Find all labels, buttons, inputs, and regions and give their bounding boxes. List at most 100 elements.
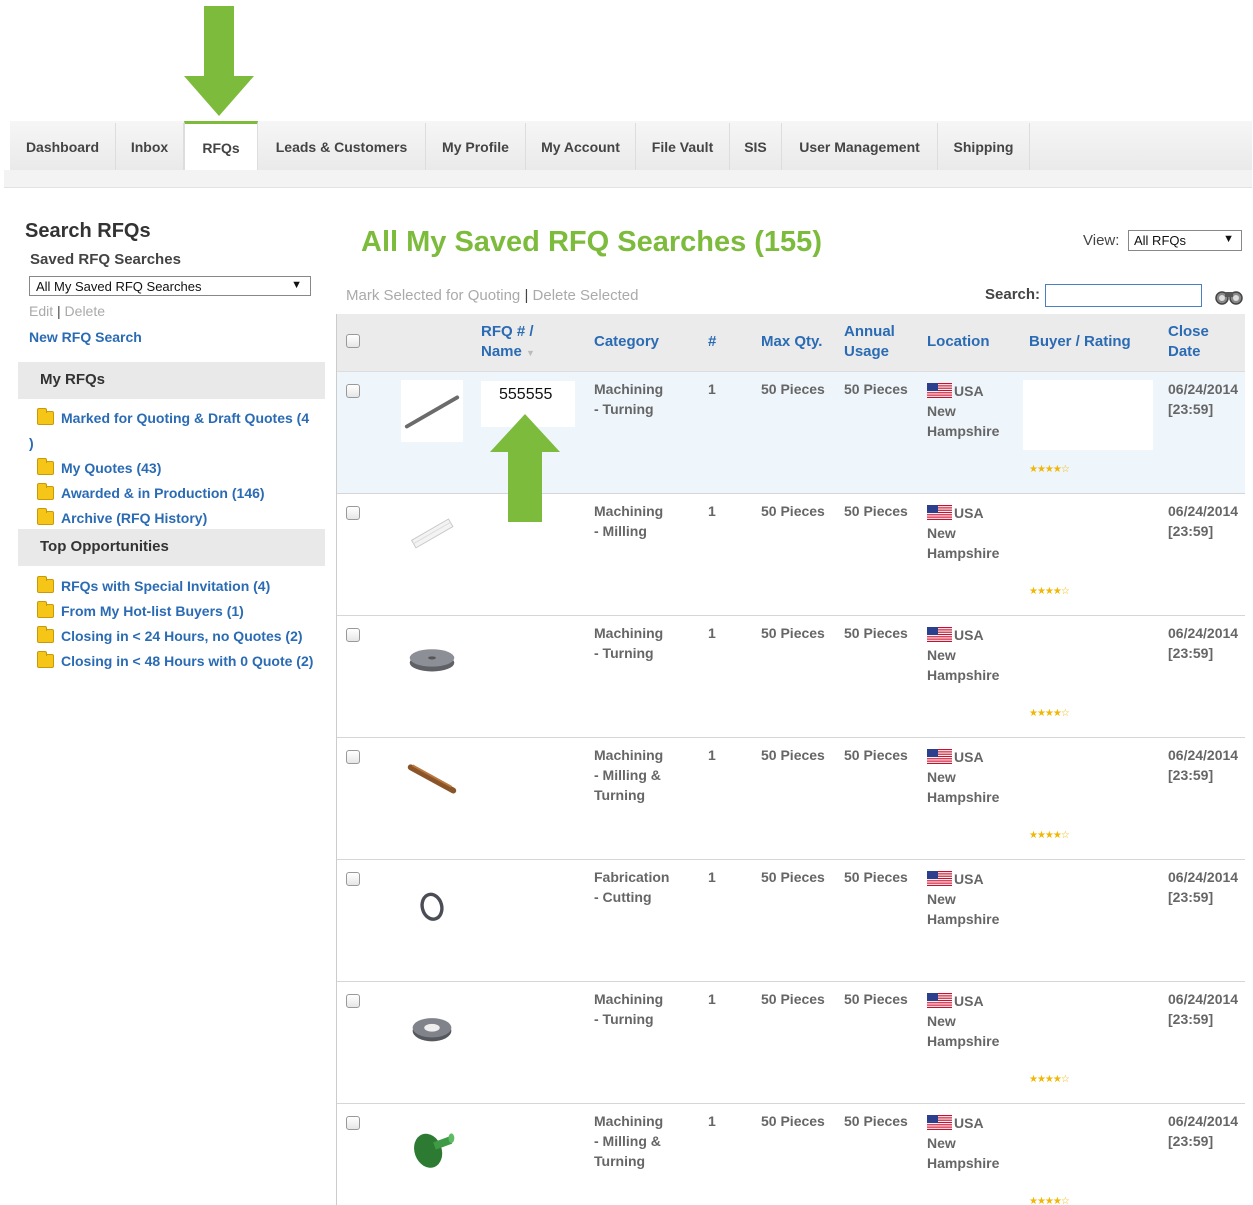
sidebar-item-awarded[interactable]: Awarded & in Production (146) bbox=[37, 483, 265, 501]
delete-link[interactable]: Delete bbox=[65, 303, 105, 319]
row-checkbox[interactable] bbox=[346, 506, 360, 520]
row-checkbox[interactable] bbox=[346, 1116, 360, 1130]
close-date: 06/24/2014 bbox=[1168, 381, 1239, 397]
part-thumbnail[interactable] bbox=[401, 1112, 463, 1174]
tab-leads-customers[interactable]: Leads & Customers bbox=[258, 123, 426, 170]
annual-usage-cell: 50 Pieces bbox=[844, 503, 908, 519]
tab-shipping[interactable]: Shipping bbox=[938, 123, 1030, 170]
search-input[interactable] bbox=[1045, 284, 1202, 307]
max-qty-cell: 50 Pieces bbox=[761, 1113, 825, 1129]
new-rfq-search-link[interactable]: New RFQ Search bbox=[29, 329, 142, 345]
col-category[interactable]: Category bbox=[594, 332, 659, 352]
sidebar-item-label: From My Hot-list Buyers (1) bbox=[61, 603, 244, 619]
binoculars-icon[interactable] bbox=[1214, 286, 1244, 306]
separator: | bbox=[57, 303, 61, 319]
close-date: 06/24/2014 bbox=[1168, 625, 1239, 641]
category-line1: Fabrication bbox=[594, 869, 670, 885]
tab-dashboard[interactable]: Dashboard bbox=[10, 123, 116, 170]
category-line1: Machining bbox=[594, 625, 664, 641]
category-cell: Machining - Turning bbox=[594, 379, 663, 419]
sidebar-item-archive[interactable]: Archive (RFQ History) bbox=[37, 508, 207, 526]
table-row[interactable]: Machining - Milling & Turning 1 50 Pieces 50 … bbox=[337, 1104, 1245, 1205]
col-close-line2: Date bbox=[1168, 343, 1201, 360]
part-thumbnail[interactable] bbox=[401, 502, 463, 564]
us-flag-icon bbox=[927, 383, 952, 398]
close-time: [23:59] bbox=[1168, 889, 1214, 905]
location-cell: USA New Hampshire bbox=[927, 991, 999, 1051]
part-thumbnail[interactable] bbox=[401, 380, 463, 442]
max-qty-cell: 50 Pieces bbox=[761, 625, 825, 641]
part-thumbnail[interactable] bbox=[401, 868, 463, 930]
row-checkbox[interactable] bbox=[346, 384, 360, 398]
col-close-date[interactable]: Close Date bbox=[1168, 322, 1209, 362]
sidebar-item-hotlist[interactable]: From My Hot-list Buyers (1) bbox=[37, 601, 244, 619]
row-checkbox[interactable] bbox=[346, 994, 360, 1008]
tab-sis[interactable]: SIS bbox=[730, 123, 782, 170]
view-select[interactable]: All RFQs ▼ bbox=[1128, 230, 1242, 251]
annual-usage-cell: 50 Pieces bbox=[844, 625, 908, 641]
country: USA bbox=[954, 871, 984, 887]
edit-link[interactable]: Edit bbox=[29, 303, 53, 319]
category-line1: Machining bbox=[594, 503, 664, 519]
col-annual-line1: Annual bbox=[844, 323, 895, 340]
close-time: [23:59] bbox=[1168, 1011, 1214, 1027]
part-thumbnail[interactable] bbox=[401, 746, 463, 808]
table-row[interactable]: Machining - Milling 1 50 Pieces 50 Pieces USA… bbox=[337, 494, 1245, 616]
sidebar-item-my-quotes[interactable]: My Quotes (43) bbox=[37, 458, 162, 476]
col-annual-usage[interactable]: Annual Usage bbox=[844, 322, 895, 362]
delete-selected-link[interactable]: Delete Selected bbox=[533, 287, 639, 304]
bulk-actions: Mark Selected for Quoting | Delete Selec… bbox=[346, 287, 638, 304]
page-title: All My Saved RFQ Searches (155) bbox=[361, 226, 822, 258]
close-date-cell: 06/24/2014 [23:59] bbox=[1168, 989, 1238, 1029]
tab-my-profile[interactable]: My Profile bbox=[426, 123, 526, 170]
col-buyer-rating[interactable]: Buyer / Rating bbox=[1029, 332, 1131, 352]
row-checkbox[interactable] bbox=[346, 750, 360, 764]
sidebar-item-wrap: ) bbox=[29, 435, 34, 451]
us-flag-icon bbox=[927, 749, 952, 764]
sidebar-item-special-invitation[interactable]: RFQs with Special Invitation (4) bbox=[37, 576, 270, 594]
category-line2: - Milling & bbox=[594, 767, 661, 783]
tabbar-underline bbox=[4, 170, 1252, 188]
us-flag-icon bbox=[927, 627, 952, 642]
buyer-rating-stars: ★★★★☆ bbox=[1029, 830, 1070, 841]
category-cell: Machining - Turning bbox=[594, 623, 663, 663]
col-location[interactable]: Location bbox=[927, 332, 990, 352]
sidebar-item-closing-24[interactable]: Closing in < 24 Hours, no Quotes (2) bbox=[37, 626, 303, 644]
row-checkbox[interactable] bbox=[346, 628, 360, 642]
tab-rfqs[interactable]: RFQs bbox=[184, 121, 258, 171]
part-thumbnail[interactable] bbox=[401, 624, 463, 686]
col-annual-line2: Usage bbox=[844, 343, 890, 360]
category-line2: - Cutting bbox=[594, 889, 652, 905]
table-row[interactable]: Machining - Turning 1 50 Pieces 50 Pieces USA… bbox=[337, 616, 1245, 738]
row-checkbox[interactable] bbox=[346, 872, 360, 886]
sidebar-item-label: My Quotes (43) bbox=[61, 460, 162, 476]
close-date-cell: 06/24/2014 [23:59] bbox=[1168, 379, 1238, 419]
close-date: 06/24/2014 bbox=[1168, 747, 1239, 763]
table-row[interactable]: Fabrication - Cutting 1 50 Pieces 50 Pieces U… bbox=[337, 860, 1245, 982]
sidebar-item-marked-for-quoting[interactable]: Marked for Quoting & Draft Quotes (4 bbox=[37, 408, 309, 426]
table-row[interactable]: Machining - Milling & Turning 1 50 Pieces 50 … bbox=[337, 738, 1245, 860]
tab-user-management[interactable]: User Management bbox=[782, 123, 938, 170]
col-num[interactable]: # bbox=[708, 332, 716, 352]
tab-inbox[interactable]: Inbox bbox=[116, 123, 184, 170]
state-line1: New bbox=[927, 403, 956, 419]
annual-usage-cell: 50 Pieces bbox=[844, 747, 908, 763]
close-time: [23:59] bbox=[1168, 523, 1214, 539]
saved-searches-select[interactable]: All My Saved RFQ Searches ▼ bbox=[29, 276, 311, 296]
part-thumbnail[interactable] bbox=[401, 990, 463, 1052]
col-rfq-line1: RFQ # / bbox=[481, 323, 534, 340]
folder-icon bbox=[37, 576, 54, 593]
sidebar-item-closing-48[interactable]: Closing in < 48 Hours with 0 Quote (2) bbox=[37, 651, 313, 669]
table-row[interactable]: Machining - Turning 1 50 Pieces 50 Pieces USA… bbox=[337, 982, 1245, 1104]
col-max-qty[interactable]: Max Qty. bbox=[761, 332, 822, 352]
table-row[interactable]: 555555 Machining - Turning 1 50 Pieces 50 Pie… bbox=[337, 372, 1245, 494]
col-rfq-name[interactable]: RFQ # / Name ▼ bbox=[481, 322, 535, 363]
state-line2: Hampshire bbox=[927, 911, 1000, 927]
category-cell: Machining - Milling & Turning bbox=[594, 1111, 663, 1171]
select-all-checkbox[interactable] bbox=[346, 334, 360, 348]
tab-my-account[interactable]: My Account bbox=[526, 123, 636, 170]
category-line2: - Turning bbox=[594, 645, 654, 661]
mark-selected-link[interactable]: Mark Selected for Quoting bbox=[346, 287, 520, 304]
category-line2: - Turning bbox=[594, 1011, 654, 1027]
tab-file-vault[interactable]: File Vault bbox=[636, 123, 730, 170]
